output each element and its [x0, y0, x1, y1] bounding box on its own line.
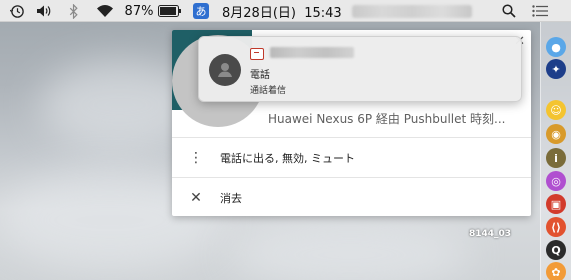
person-icon [209, 54, 241, 86]
app-icon[interactable]: ▣ [546, 194, 566, 214]
notes-icon[interactable]: ☺ [546, 100, 566, 120]
time-machine-icon[interactable] [6, 0, 28, 22]
owl-icon[interactable]: ◉ [546, 124, 566, 144]
input-method[interactable]: あ [191, 0, 211, 22]
volume-icon[interactable] [33, 0, 55, 22]
quicktime-icon[interactable]: Q [546, 240, 566, 260]
dock: ● ✦ ☺ ◉ i ◎ ▣ ⟨⟩ Q ✿ [540, 22, 571, 280]
launchpad-icon[interactable]: ✦ [546, 59, 566, 79]
battery-icon[interactable] [156, 0, 184, 22]
desktop-cloud [230, 220, 470, 280]
more-vertical-icon: ⋮ [189, 150, 203, 166]
notification-body: 通話着信 [250, 86, 287, 96]
code-icon[interactable]: ⟨⟩ [546, 217, 566, 237]
clock[interactable]: 8月28日(日) 15:43 [222, 0, 342, 22]
redacted-menubar-item [352, 5, 472, 18]
pushbullet-icon [250, 48, 264, 60]
redacted-caller-name [270, 47, 354, 58]
divider [172, 137, 531, 138]
clock-text: 8月28日(日) 15:43 [222, 5, 342, 21]
bluetooth-icon[interactable] [65, 0, 83, 22]
close-icon: ✕ [190, 190, 202, 206]
search-icon[interactable] [498, 0, 520, 22]
menu-item-clear[interactable]: ✕ 消去 [172, 179, 531, 216]
wifi-icon[interactable] [94, 0, 116, 22]
info-icon[interactable]: i [546, 148, 566, 168]
battery-percent[interactable]: 87% [124, 0, 154, 22]
app-icon[interactable]: ◎ [546, 171, 566, 191]
battery-percent-text: 87% [124, 3, 154, 19]
photos-icon[interactable]: ✿ [546, 262, 566, 280]
notification-title: 電話 [250, 70, 270, 81]
finder-icon[interactable]: ● [546, 37, 566, 57]
menu-item-label: 消去 [220, 192, 242, 205]
notification-source: Huawei Nexus 6P 経由 Pushbullet 時刻... [268, 112, 506, 126]
divider [172, 177, 531, 178]
menu-bar: 87% あ 8月28日(日) 15:43 [0, 0, 571, 22]
notification-banner[interactable]: 電話 通話着信 [198, 36, 522, 102]
list-menu-icon[interactable] [529, 0, 551, 22]
menu-item-call-actions[interactable]: ⋮ 電話に出る, 無効, ミュート [172, 139, 531, 177]
menu-item-label: 電話に出る, 無効, ミュート [220, 152, 355, 165]
input-method-badge: あ [193, 3, 209, 19]
desktop-file-label[interactable]: 8144_03 [469, 229, 511, 239]
